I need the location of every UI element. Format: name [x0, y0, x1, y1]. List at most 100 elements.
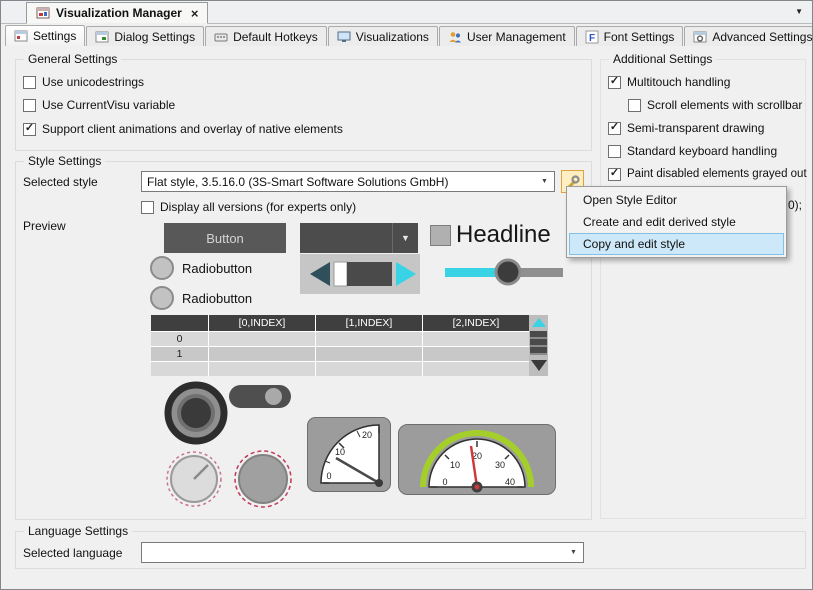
selected-language-combobox[interactable]: ▼: [141, 542, 584, 563]
preview-gauge-quarter: 0 10 20: [307, 417, 391, 492]
default-hotkeys-tab-icon: [214, 30, 228, 44]
checkbox-use-unicodestrings[interactable]: Use unicodestrings: [23, 74, 144, 90]
chevron-down-icon: ▼: [392, 223, 418, 253]
preview-checkbox-square: [430, 225, 451, 246]
checkbox-label: Paint disabled elements grayed out: [627, 168, 807, 180]
preview-spin-control: [300, 254, 420, 294]
settings-tab-icon: [14, 29, 28, 43]
svg-text:10: 10: [450, 460, 460, 470]
checkbox-box[interactable]: ✓: [23, 123, 36, 136]
language-settings-title: Language Settings: [24, 524, 132, 538]
tab-user-management[interactable]: User Management: [439, 26, 575, 46]
checkbox-box[interactable]: [141, 201, 154, 214]
checkbox-display-all-versions[interactable]: Display all versions (for experts only): [141, 199, 356, 215]
menu-item-open-style-editor[interactable]: Open Style Editor: [569, 189, 784, 211]
chevron-down-icon: ▼: [565, 544, 582, 561]
checkbox-box[interactable]: [628, 99, 641, 112]
preview-combobox: ▼: [300, 223, 418, 253]
table-cell: [423, 347, 529, 361]
table-cell: [209, 332, 315, 346]
checkbox-label: Semi-transparent drawing: [627, 121, 764, 135]
checkbox-semi-transparent-drawing[interactable]: ✓ Semi-transparent drawing: [608, 120, 764, 136]
checkbox-multitouch-handling[interactable]: ✓ Multitouch handling: [608, 74, 730, 90]
preview-button: Button: [164, 223, 286, 253]
tab-default-hotkeys[interactable]: Default Hotkeys: [205, 26, 327, 46]
checkbox-paint-disabled-elements[interactable]: ✓ Paint disabled elements grayed out: [608, 166, 807, 182]
tab-visualizations[interactable]: Visualizations: [328, 26, 438, 46]
table-cell: [209, 362, 315, 376]
scroll-down-icon: [529, 356, 548, 375]
preview-knob-round: [233, 449, 293, 509]
scroll-thumb: [530, 331, 547, 355]
user-management-tab-icon: [448, 30, 462, 44]
menu-item-create-derived-style[interactable]: Create and edit derived style: [569, 211, 784, 233]
table-header-cell: [151, 315, 208, 331]
checkbox-box[interactable]: [608, 145, 621, 158]
document-tab[interactable]: Visualization Manager ×: [26, 2, 208, 24]
preview-gauge-semicircle: 0 10 20 30 40: [398, 424, 556, 495]
table-cell: [209, 347, 315, 361]
preview-knob-dial: [165, 450, 223, 508]
table-header-cell: [1,INDEX]: [316, 315, 422, 331]
preview-headline: Headline: [456, 221, 551, 249]
preview-radiobutton-label: Radiobutton: [182, 291, 252, 306]
checkbox-use-currentvisu-variable[interactable]: Use CurrentVisu variable: [23, 97, 175, 113]
tab-label: Visualizations: [356, 30, 429, 44]
preview-scrollbar: [529, 315, 548, 376]
tab-label: Advanced Settings: [712, 30, 812, 44]
table-header-cell: [2,INDEX]: [423, 315, 529, 331]
style-context-menu: Open Style Editor Create and edit derive…: [566, 186, 787, 258]
checkbox-label: Scroll elements with scrollbar: [647, 98, 802, 112]
preview-slider: [445, 257, 563, 287]
clipped-text: 0);: [788, 198, 802, 212]
table-header-cell: [0,INDEX]: [209, 315, 315, 331]
svg-text:0: 0: [326, 471, 331, 481]
menu-item-copy-and-edit-style[interactable]: Copy and edit style: [569, 233, 784, 255]
visualization-manager-icon: [36, 6, 50, 20]
checkbox-box[interactable]: ✓: [608, 122, 621, 135]
font-settings-tab-icon: F: [585, 30, 599, 44]
preview-table: [0,INDEX] [1,INDEX] [2,INDEX] 0 1: [151, 315, 529, 376]
tab-label: Dialog Settings: [114, 30, 195, 44]
tab-label: Settings: [33, 29, 76, 43]
preview-round-button: [163, 380, 229, 446]
tab-dialog-settings[interactable]: Dialog Settings: [86, 26, 204, 46]
table-cell: [316, 347, 422, 361]
check-icon: ✓: [25, 123, 34, 134]
svg-text:0: 0: [442, 477, 447, 487]
document-tab-bar: Visualization Manager × ▼: [1, 1, 812, 24]
toggle-knob: [265, 388, 282, 405]
checkbox-box[interactable]: ✓: [608, 168, 621, 181]
selected-style-combobox[interactable]: Flat style, 3.5.16.0 (3S-Smart Software …: [141, 171, 555, 192]
table-cell: [423, 332, 529, 346]
selected-language-label: Selected language: [23, 546, 122, 560]
visualizations-tab-icon: [337, 30, 351, 44]
tab-font-settings[interactable]: F Font Settings: [576, 26, 684, 46]
tab-settings[interactable]: Settings: [5, 25, 85, 46]
checkbox-label: Standard keyboard handling: [627, 144, 777, 158]
preview-radiobutton-circle: [150, 256, 174, 280]
tab-label: Font Settings: [604, 30, 675, 44]
checkbox-scroll-elements-with-scrollbar[interactable]: Scroll elements with scrollbar: [628, 97, 802, 113]
svg-text:40: 40: [505, 477, 515, 487]
table-cell: 0: [151, 332, 208, 346]
tab-list-dropdown-icon[interactable]: ▼: [795, 7, 803, 16]
tab-advanced-settings[interactable]: Advanced Settings: [684, 26, 813, 46]
checkbox-support-client-animations[interactable]: ✓ Support client animations and overlay …: [23, 121, 343, 137]
table-cell: [423, 362, 529, 376]
table-cell: [316, 332, 422, 346]
check-icon: ✓: [610, 76, 619, 87]
checkbox-box[interactable]: ✓: [608, 76, 621, 89]
checkbox-label: Use CurrentVisu variable: [42, 98, 175, 112]
visualization-manager-window: Visualization Manager × ▼ Settings Dialo…: [0, 0, 813, 590]
table-cell: [316, 362, 422, 376]
checkbox-standard-keyboard-handling[interactable]: Standard keyboard handling: [608, 143, 777, 159]
tab-label: User Management: [467, 30, 566, 44]
checkbox-label: Multitouch handling: [627, 75, 730, 89]
checkbox-label: Use unicodestrings: [42, 75, 144, 89]
svg-text:10: 10: [335, 447, 345, 457]
close-icon[interactable]: ×: [191, 6, 199, 21]
scroll-up-icon: [529, 315, 548, 330]
checkbox-box[interactable]: [23, 99, 36, 112]
checkbox-box[interactable]: [23, 76, 36, 89]
